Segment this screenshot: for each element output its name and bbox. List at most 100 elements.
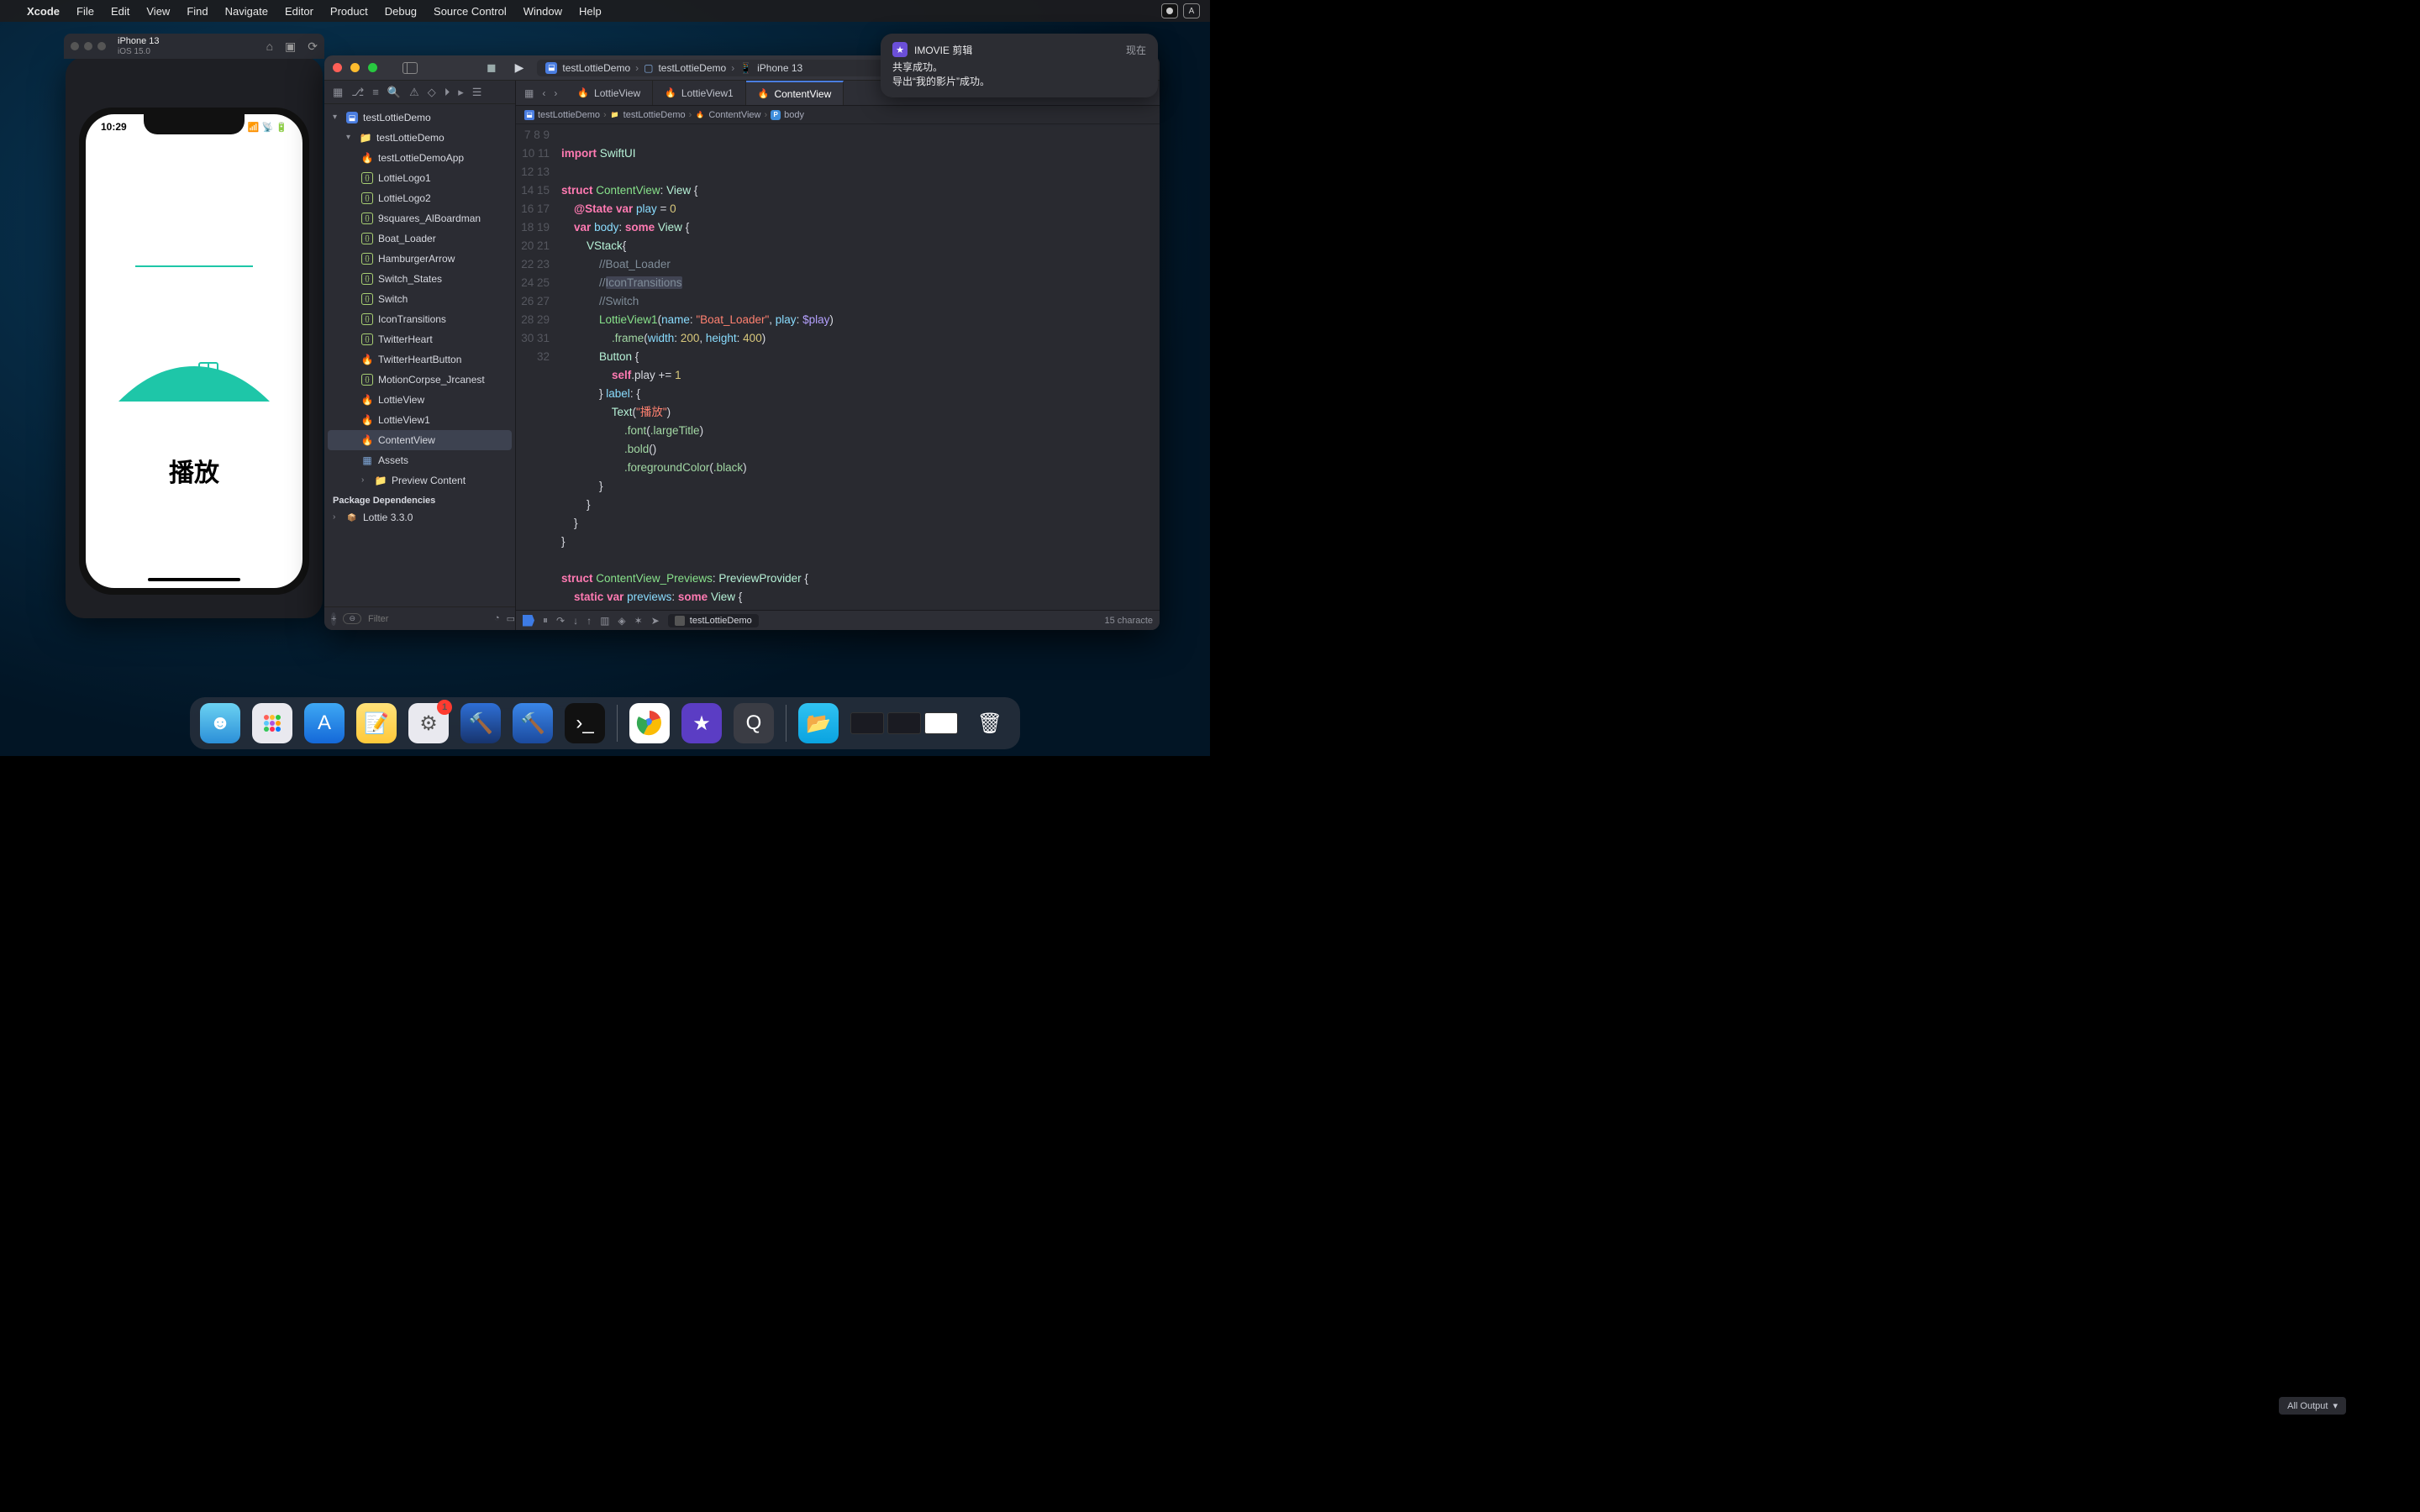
add-button-icon[interactable]: + xyxy=(331,612,336,626)
dock-imovie-icon[interactable]: ★ xyxy=(681,703,722,743)
minimize-icon[interactable] xyxy=(350,63,360,72)
rotate-icon[interactable]: ⟳ xyxy=(308,39,318,54)
file-row[interactable]: {}IconTransitions xyxy=(324,309,515,329)
menu-debug[interactable]: Debug xyxy=(376,5,425,18)
breakpoints-nav-icon[interactable]: ▸ xyxy=(458,86,464,99)
run-button-icon[interactable]: ▶ xyxy=(510,60,529,75)
menu-window[interactable]: Window xyxy=(515,5,571,18)
step-out-icon[interactable]: ↑ xyxy=(587,615,592,627)
step-over-icon[interactable]: ↷ xyxy=(556,615,565,627)
view-debug-icon[interactable]: ▥ xyxy=(600,615,609,627)
dock-xcode-icon[interactable]: 🔨 xyxy=(513,703,553,743)
dock-launchpad-icon[interactable] xyxy=(252,703,292,743)
file-row[interactable]: {}Switch xyxy=(324,289,515,309)
assets-row[interactable]: ▦Assets xyxy=(324,450,515,470)
menu-source-control[interactable]: Source Control xyxy=(425,5,515,18)
file-row[interactable]: {}LottieLogo1 xyxy=(324,168,515,188)
dock-chrome-icon[interactable] xyxy=(629,703,670,743)
group-row[interactable]: ▾ 📁 testLottieDemo xyxy=(324,128,515,148)
process-selector[interactable]: testLottieDemo xyxy=(668,614,759,627)
disclosure-icon[interactable]: › xyxy=(361,472,370,489)
minimized-window[interactable] xyxy=(924,712,958,734)
code-editor[interactable]: 7 8 9 10 11 12 13 14 15 16 17 18 19 20 2… xyxy=(516,124,1160,610)
filter-scope-icon[interactable]: ⊖ xyxy=(343,613,361,624)
menu-editor[interactable]: Editor xyxy=(276,5,322,18)
file-row[interactable]: {}HamburgerArrow xyxy=(324,249,515,269)
dock-quicktime-icon[interactable]: Q xyxy=(734,703,774,743)
reports-nav-icon[interactable]: ☰ xyxy=(472,86,482,99)
folder-nav-icon[interactable]: ▦ xyxy=(333,86,343,99)
symbols-nav-icon[interactable]: ≡ xyxy=(372,86,379,98)
env-overrides-icon[interactable]: ✶ xyxy=(634,615,643,627)
menu-find[interactable]: Find xyxy=(178,5,216,18)
recent-filter-icon[interactable]: ◔ xyxy=(494,613,500,625)
traffic-lights[interactable] xyxy=(71,42,106,50)
step-in-icon[interactable]: ↓ xyxy=(573,615,578,627)
notification-banner[interactable]: ★ IMOVIE 剪辑 现在 共享成功。 导出“我的影片”成功。 xyxy=(881,34,1158,97)
zoom-icon[interactable] xyxy=(368,63,377,72)
menu-product[interactable]: Product xyxy=(322,5,376,18)
file-row[interactable]: 🔥TwitterHeartButton xyxy=(324,349,515,370)
tab-lottieview1[interactable]: 🔥LottieView1 xyxy=(653,81,746,105)
tab-contentview[interactable]: 🔥ContentView xyxy=(746,81,844,105)
nav-forward-icon[interactable]: › xyxy=(554,87,557,99)
disclosure-icon[interactable]: ▾ xyxy=(333,109,341,126)
file-row[interactable]: {}TwitterHeart xyxy=(324,329,515,349)
pause-icon[interactable]: ⏸ xyxy=(543,614,548,627)
dock-xcode-beta-icon[interactable]: 🔨 xyxy=(460,703,501,743)
dock-minimized-windows[interactable] xyxy=(850,712,958,734)
debug-nav-icon[interactable]: ⏵ xyxy=(445,86,450,99)
dock-appstore-icon[interactable]: A xyxy=(304,703,345,743)
minimized-window[interactable] xyxy=(850,712,884,734)
ios-simulator-window[interactable]: 10:29 📶 📡 🔋 播放 xyxy=(66,57,323,618)
simulator-titlebar[interactable]: iPhone 13 iOS 15.0 ⌂ ▣ ⟳ xyxy=(64,34,324,59)
console-output-selector[interactable]: All Output ▾ xyxy=(2279,1397,2346,1415)
file-row[interactable]: {}Boat_Loader xyxy=(324,228,515,249)
close-icon[interactable] xyxy=(333,63,342,72)
location-icon[interactable]: ➤ xyxy=(651,615,660,627)
project-navigator[interactable]: ▦ ⎇ ≡ 🔍 ⚠ ◇ ⏵ ▸ ☰ ▾ ⬓ testLottieDemo ▾ 📁 xyxy=(324,81,516,630)
navigator-tabs[interactable]: ▦ ⎇ ≡ 🔍 ⚠ ◇ ⏵ ▸ ☰ xyxy=(324,81,515,104)
issues-nav-icon[interactable]: ⚠ xyxy=(409,86,419,99)
app-menu[interactable]: Xcode xyxy=(18,5,68,18)
home-indicator[interactable] xyxy=(148,578,240,581)
breakpoint-toggle-icon[interactable] xyxy=(523,615,534,627)
dock-downloads-icon[interactable]: 📂 xyxy=(798,703,839,743)
sidebar-toggle-icon[interactable] xyxy=(402,62,418,74)
file-row-selected[interactable]: 🔥ContentView xyxy=(328,430,512,450)
menu-file[interactable]: File xyxy=(68,5,103,18)
disclosure-icon[interactable]: › xyxy=(333,509,341,526)
phone-screen[interactable]: 10:29 📶 📡 🔋 播放 xyxy=(86,114,302,588)
project-row[interactable]: ▾ ⬓ testLottieDemo xyxy=(324,108,515,128)
dock-settings-icon[interactable]: ⚙ 1 xyxy=(408,703,449,743)
home-icon[interactable]: ⌂ xyxy=(266,39,273,54)
xcode-window[interactable]: ◼ ▶ ⬓ testLottieDemo › ▢ testLottieDemo … xyxy=(324,55,1160,630)
scm-filter-icon[interactable]: ▭ xyxy=(507,613,515,625)
file-row[interactable]: {}MotionCorpse_Jrcanest xyxy=(324,370,515,390)
find-nav-icon[interactable]: 🔍 xyxy=(387,86,401,99)
related-items-icon[interactable]: ▦ xyxy=(524,87,534,99)
nav-back-icon[interactable]: ‹ xyxy=(542,87,545,99)
package-row[interactable]: › 📦 Lottie 3.3.0 xyxy=(324,507,515,528)
filter-input[interactable] xyxy=(368,614,487,624)
menu-edit[interactable]: Edit xyxy=(103,5,138,18)
disclosure-icon[interactable]: ▾ xyxy=(346,129,355,146)
menu-view[interactable]: View xyxy=(138,5,178,18)
stop-button-icon[interactable]: ◼ xyxy=(481,60,502,75)
file-row[interactable]: {}LottieLogo2 xyxy=(324,188,515,208)
memory-graph-icon[interactable]: ◈ xyxy=(618,615,625,627)
tests-nav-icon[interactable]: ◇ xyxy=(428,86,436,99)
dock-notes-icon[interactable]: 📝 xyxy=(356,703,397,743)
file-row[interactable]: {}9squares_AlBoardman xyxy=(324,208,515,228)
tab-lottieview[interactable]: 🔥LottieView xyxy=(566,81,653,105)
file-row[interactable]: 🔥testLottieDemoApp xyxy=(324,148,515,168)
menu-navigate[interactable]: Navigate xyxy=(217,5,276,18)
source-control-nav-icon[interactable]: ⎇ xyxy=(351,86,364,99)
file-row[interactable]: {}Switch_States xyxy=(324,269,515,289)
file-row[interactable]: 🔥LottieView1 xyxy=(324,410,515,430)
minimized-window[interactable] xyxy=(887,712,921,734)
play-button[interactable]: 播放 xyxy=(169,452,219,489)
screenshot-icon[interactable]: ▣ xyxy=(285,39,296,54)
dock-trash-icon[interactable]: 🗑 xyxy=(970,703,1010,743)
preview-content-row[interactable]: ›📁Preview Content xyxy=(324,470,515,491)
